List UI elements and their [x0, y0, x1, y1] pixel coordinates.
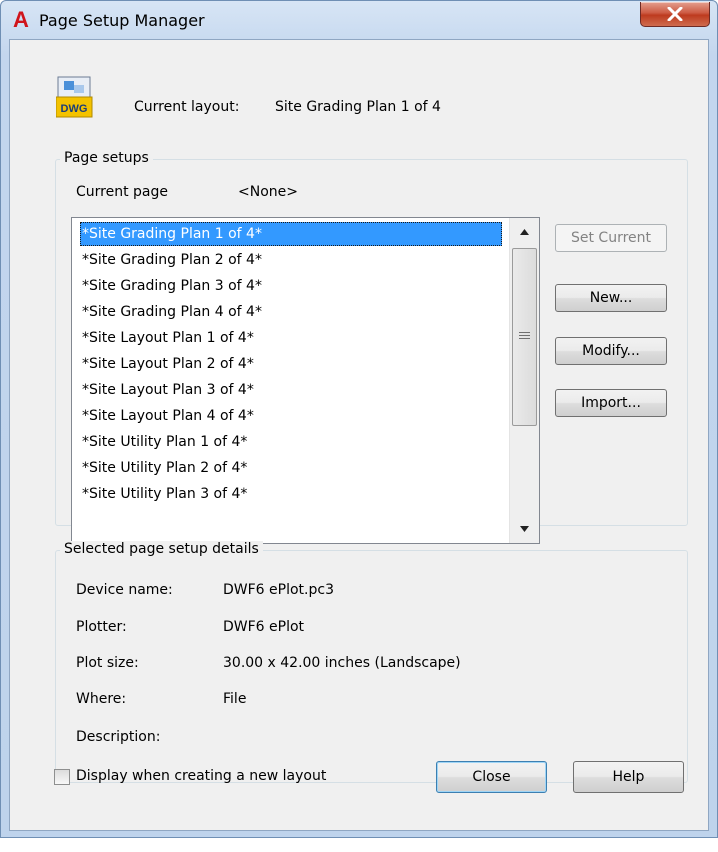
current-page-value: <None>	[238, 184, 298, 200]
page-setup-manager-window: A Page Setup Manager DWG Current layout:…	[0, 0, 718, 838]
new-button[interactable]: New...	[555, 284, 667, 312]
list-item[interactable]: *Site Utility Plan 1 of 4*	[80, 430, 502, 454]
window-title: Page Setup Manager	[39, 11, 205, 30]
close-icon	[667, 7, 683, 21]
list-item[interactable]: *Site Layout Plan 1 of 4*	[80, 326, 502, 350]
plot-size-label: Plot size:	[76, 655, 139, 671]
list-item[interactable]: *Site Grading Plan 2 of 4*	[80, 248, 502, 272]
scroll-down-button[interactable]	[510, 516, 539, 543]
page-setups-group-label: Page setups	[60, 150, 153, 166]
display-when-creating-label[interactable]: Display when creating a new layout	[76, 768, 326, 784]
close-button[interactable]: Close	[436, 761, 547, 793]
list-item[interactable]: *Site Layout Plan 3 of 4*	[80, 378, 502, 402]
list-item[interactable]: *Site Layout Plan 4 of 4*	[80, 404, 502, 428]
scroll-up-button[interactable]	[510, 218, 539, 245]
where-label: Where:	[76, 691, 127, 707]
dialog-client-area: DWG Current layout: Site Grading Plan 1 …	[9, 39, 709, 831]
import-button[interactable]: Import...	[555, 389, 667, 417]
display-when-creating-checkbox[interactable]	[54, 769, 70, 785]
device-name-label: Device name:	[76, 582, 173, 598]
triangle-up-icon	[520, 229, 529, 235]
list-scrollbar[interactable]	[509, 218, 539, 543]
triangle-down-icon	[520, 526, 529, 532]
description-label: Description:	[76, 729, 161, 745]
help-button[interactable]: Help	[573, 761, 684, 793]
scroll-thumb[interactable]	[512, 248, 537, 426]
set-current-button[interactable]: Set Current	[555, 224, 667, 252]
list-item[interactable]: *Site Grading Plan 1 of 4*	[80, 222, 502, 246]
current-layout-label: Current layout:	[134, 99, 240, 115]
device-name-value: DWF6 ePlot.pc3	[223, 582, 334, 598]
plotter-label: Plotter:	[76, 619, 127, 635]
plotter-value: DWF6 ePlot	[223, 619, 305, 635]
details-group-label: Selected page setup details	[60, 541, 263, 557]
dwg-file-icon: DWG	[56, 76, 93, 118]
list-item[interactable]: *Site Layout Plan 2 of 4*	[80, 352, 502, 376]
title-bar[interactable]: A Page Setup Manager	[1, 1, 717, 39]
window-close-button[interactable]	[640, 2, 710, 27]
where-value: File	[223, 691, 247, 707]
modify-button[interactable]: Modify...	[555, 337, 667, 365]
current-page-label: Current page	[76, 184, 168, 200]
list-item[interactable]: *Site Grading Plan 3 of 4*	[80, 274, 502, 298]
page-setups-listbox[interactable]: *Site Grading Plan 1 of 4* *Site Grading…	[71, 217, 540, 544]
list-item[interactable]: *Site Utility Plan 2 of 4*	[80, 456, 502, 480]
current-layout-value: Site Grading Plan 1 of 4	[275, 99, 441, 115]
plot-size-value: 30.00 x 42.00 inches (Landscape)	[223, 655, 461, 671]
autocad-icon[interactable]: A	[11, 9, 31, 31]
list-item[interactable]: *Site Grading Plan 4 of 4*	[80, 300, 502, 324]
thumb-grip-icon	[519, 332, 530, 339]
list-item[interactable]: *Site Utility Plan 3 of 4*	[80, 482, 502, 506]
dwg-icon-text: DWG	[61, 103, 88, 115]
